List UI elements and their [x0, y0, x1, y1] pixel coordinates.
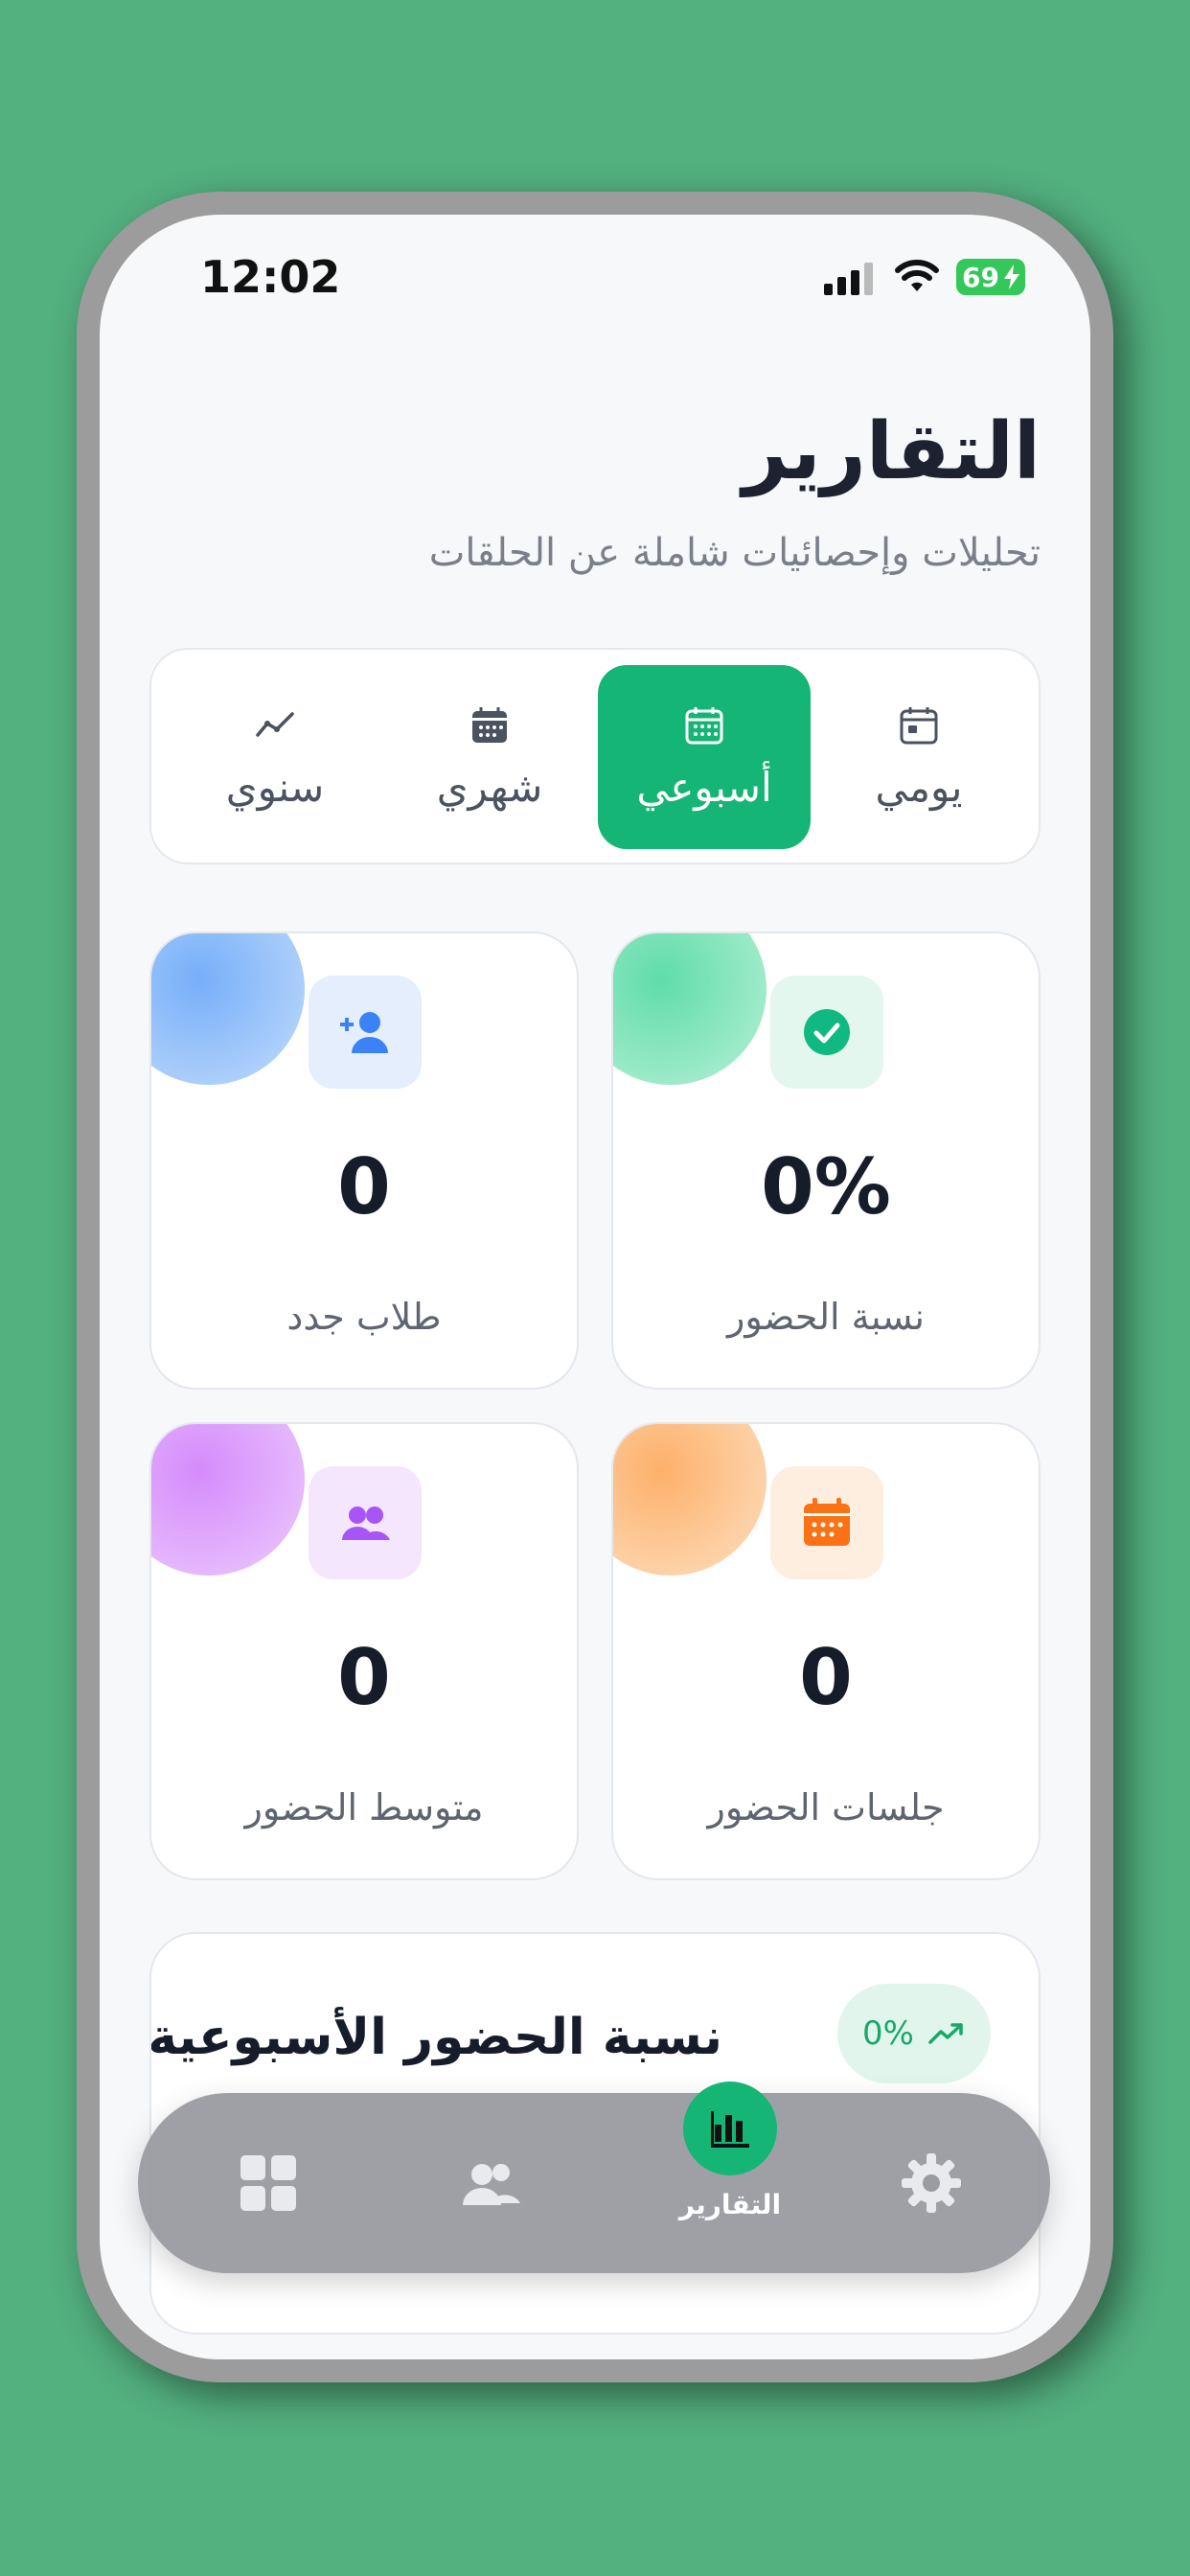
- tab-yearly[interactable]: سنوي: [169, 665, 381, 849]
- gear-icon: [902, 2153, 961, 2213]
- stat-value: 0: [337, 1142, 391, 1231]
- cellular-signal-icon: [824, 263, 873, 295]
- decorative-blob: [151, 1424, 305, 1576]
- nav-settings[interactable]: [880, 2093, 983, 2273]
- tab-yearly-label: سنوي: [225, 763, 325, 811]
- calendar-day-icon: [900, 706, 938, 744]
- nav-reports-label: التقارير: [678, 2189, 782, 2220]
- nav-students[interactable]: [439, 2093, 542, 2273]
- stat-icon-box: [770, 1466, 883, 1579]
- users-icon: [463, 2164, 520, 2205]
- battery-indicator: 69: [956, 259, 1025, 295]
- decorative-blob: [151, 933, 305, 1085]
- trend-line-icon: [256, 711, 294, 737]
- calendar-month-icon: [472, 706, 507, 743]
- stat-value: 0: [799, 1633, 853, 1722]
- tab-monthly-label: شهري: [436, 763, 543, 811]
- stat-label: متوسط الحضور: [244, 1786, 484, 1828]
- check-circle-icon: [804, 1009, 850, 1055]
- stat-card-attendance-rate[interactable]: 0% نسبة الحضور: [611, 932, 1041, 1390]
- stat-value: 0: [337, 1633, 391, 1722]
- tab-daily[interactable]: يومي: [812, 665, 1025, 849]
- stat-icon-box: [309, 976, 422, 1089]
- user-plus-icon: [340, 1012, 388, 1053]
- status-time: 12:02: [200, 251, 341, 303]
- stat-label: جلسات الحضور: [707, 1786, 945, 1828]
- stat-icon-box: [309, 1466, 422, 1579]
- stat-value: 0%: [761, 1142, 891, 1231]
- stat-label: نسبة الحضور: [727, 1296, 925, 1338]
- tab-weekly-label: أسبوعي: [636, 763, 772, 811]
- trend-up-icon: [928, 2023, 963, 2044]
- users-icon: [342, 1506, 390, 1540]
- weekly-attendance-title: نسبة الحضور الأسبوعية: [149, 2009, 722, 2066]
- charging-bolt-icon: [1004, 264, 1019, 289]
- wifi-icon: [895, 260, 939, 291]
- decorative-blob: [613, 1424, 767, 1576]
- stat-card-new-students[interactable]: 0 طلاب جدد: [149, 932, 579, 1390]
- nav-reports[interactable]: التقارير: [653, 2082, 807, 2254]
- weekly-attendance-badge: 0%: [837, 1984, 991, 2083]
- stat-icon-box: [770, 976, 883, 1089]
- dashboard-icon: [240, 2155, 296, 2211]
- tab-weekly[interactable]: أسبوعي: [598, 665, 811, 849]
- nav-dashboard[interactable]: [217, 2093, 320, 2273]
- weekly-attendance-value: 0%: [862, 2014, 914, 2053]
- battery-level: 69: [962, 261, 999, 293]
- app-screen: 12:02 69 التقارير تحليلات وإحصائيات شامل…: [100, 215, 1090, 2359]
- stat-card-attendance-sessions[interactable]: 0 جلسات الحضور: [611, 1422, 1041, 1880]
- calendar-week-icon: [685, 706, 723, 744]
- page-title: التقارير: [742, 406, 1041, 497]
- bottom-tab-bar: التقارير: [138, 2082, 1050, 2273]
- period-tabs: يومي أسبوعي شهري سنوي: [149, 648, 1041, 864]
- stat-label: طلاب جدد: [286, 1296, 442, 1338]
- stat-card-average-attendance[interactable]: 0 متوسط الحضور: [149, 1422, 579, 1880]
- calendar-icon: [804, 1498, 850, 1546]
- bar-chart-icon: [711, 2111, 749, 2148]
- decorative-blob: [613, 933, 767, 1085]
- tab-monthly[interactable]: شهري: [383, 665, 596, 849]
- status-bar: 12:02 69: [100, 215, 1090, 339]
- page-subtitle: تحليلات وإحصائيات شاملة عن الحلقات: [428, 531, 1041, 575]
- nav-reports-active-circle: [683, 2082, 777, 2175]
- tab-daily-label: يومي: [875, 763, 963, 811]
